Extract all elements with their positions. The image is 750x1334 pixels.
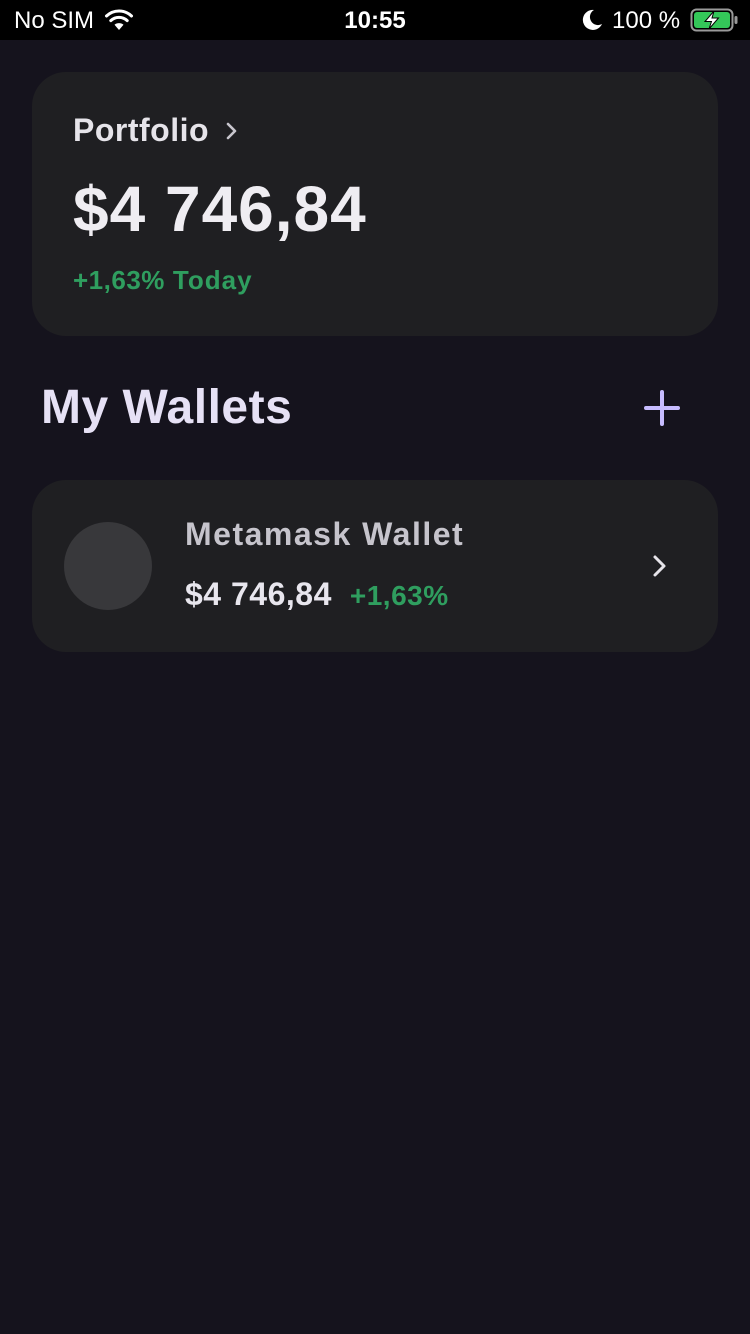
wallet-name: Metamask Wallet: [185, 516, 465, 552]
portfolio-title: Portfolio: [73, 112, 210, 148]
wallet-change: +1,63%: [349, 580, 449, 611]
battery-percent: 100 %: [612, 7, 681, 34]
wallet-value: $4 746,84: [185, 576, 332, 612]
plus-icon[interactable]: [640, 386, 684, 430]
portfolio-change-percent: +1,63%: [73, 265, 165, 295]
portfolio-change: +1,63% Today: [73, 265, 253, 296]
portfolio-value: $4 746,84: [73, 173, 367, 245]
portfolio-change-period: Today: [172, 265, 253, 295]
portfolio-header[interactable]: Portfolio: [73, 112, 241, 149]
wallet-card-metamask[interactable]: Metamask Wallet $4 746,84 +1,63%: [32, 480, 718, 652]
wallet-avatar: [64, 522, 152, 610]
portfolio-card[interactable]: Portfolio $4 746,84 +1,63% Today: [32, 72, 718, 336]
wallet-balance-row: $4 746,84 +1,63%: [185, 576, 449, 613]
battery-charging-icon: [690, 8, 738, 32]
chevron-right-icon[interactable]: [650, 552, 670, 580]
moon-icon: [582, 9, 602, 30]
wallets-section-title: My Wallets: [41, 381, 293, 434]
chevron-right-icon: [226, 122, 237, 139]
status-bar: No SIM 10:55 100 %: [0, 0, 750, 40]
